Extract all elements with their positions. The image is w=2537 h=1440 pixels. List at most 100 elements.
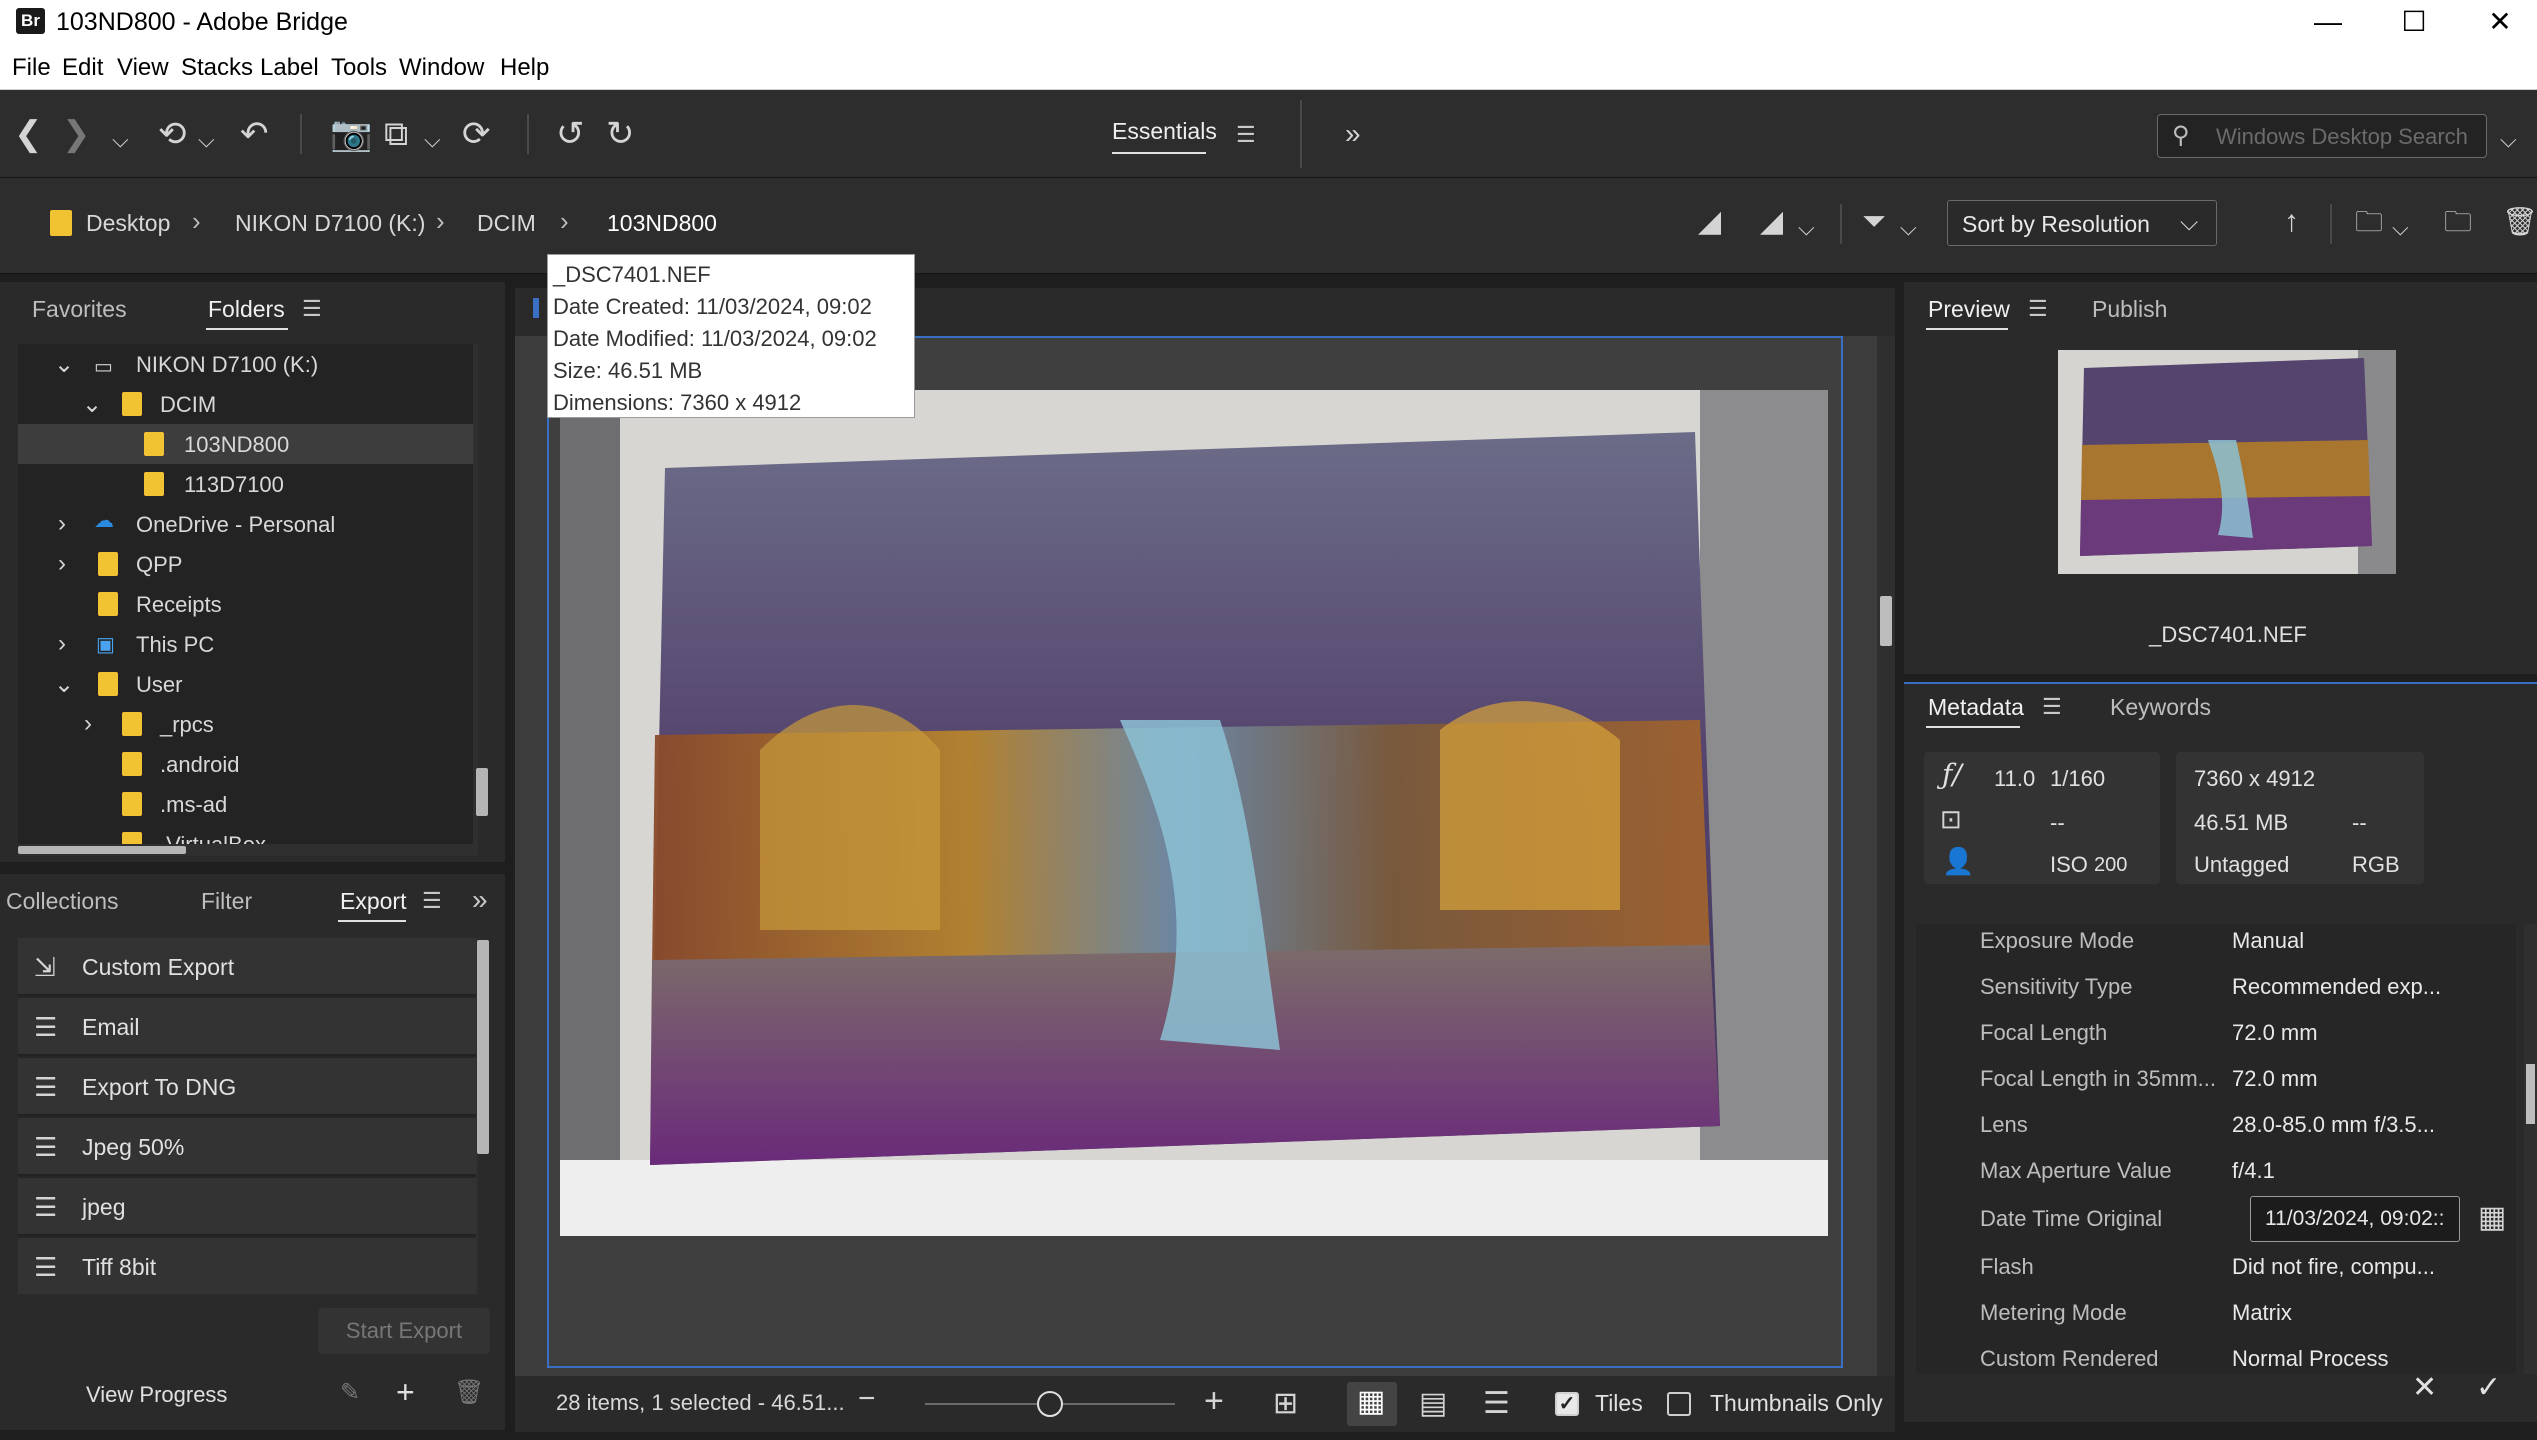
refine-icon[interactable]: ⟳ <box>462 114 491 154</box>
rating-filter-icon[interactable]: ◢ <box>1760 202 1783 242</box>
chevron-down-icon[interactable]: ⌵ <box>1798 208 1815 248</box>
back-icon[interactable]: ❮ <box>14 114 43 154</box>
chevron-down-icon[interactable]: ⌵ <box>112 120 129 160</box>
copy-files-icon[interactable]: ⧉ <box>384 114 408 154</box>
rotate-left-icon[interactable]: ↺ <box>556 114 585 154</box>
chevron-down-icon[interactable]: ⌵ <box>198 120 215 160</box>
export-preset-dng[interactable]: ☰ Export To DNG <box>18 1058 478 1116</box>
tree-item-ms-ad[interactable]: .ms-ad <box>18 784 478 824</box>
apply-check-icon[interactable]: ✓ <box>2476 1370 2501 1405</box>
metadata-scrollbar-thumb[interactable] <box>2526 1064 2535 1124</box>
chevron-right-icon[interactable]: › <box>84 710 92 738</box>
search-options-chevron-icon[interactable]: ⌵ <box>2500 120 2517 160</box>
breadcrumb-dcim[interactable]: DCIM <box>477 210 536 237</box>
export-preset-jpeg50[interactable]: ☰ Jpeg 50% <box>18 1118 478 1176</box>
rotate-right-icon[interactable]: ↻ <box>606 114 635 154</box>
painting-photo[interactable] <box>560 390 1828 1236</box>
search-input[interactable] <box>2216 121 2478 153</box>
search-box[interactable]: ⚲ <box>2157 114 2487 158</box>
chevron-down-icon[interactable]: ⌵ <box>2392 208 2409 248</box>
maximize-button[interactable]: ☐ <box>2366 0 2462 44</box>
menu-help[interactable]: Help <box>500 54 549 82</box>
tree-item-this-pc[interactable]: › ▣ This PC <box>18 624 478 664</box>
new-folder-icon[interactable]: 🗀 <box>2444 202 2472 242</box>
start-export-button[interactable]: Start Export <box>318 1308 490 1354</box>
panel-menu-icon[interactable]: ☰ <box>2042 694 2062 720</box>
tree-item-qpp[interactable]: › QPP <box>18 544 478 584</box>
recent-files-icon[interactable]: ⟲ <box>158 114 187 154</box>
chevron-right-icon[interactable]: › <box>58 630 66 658</box>
menu-window[interactable]: Window <box>399 54 484 82</box>
zoom-slider-thumb[interactable] <box>1037 1391 1063 1417</box>
tree-item-receipts[interactable]: Receipts <box>18 584 478 624</box>
menu-file[interactable]: File <box>12 54 51 82</box>
thumbnail-view-button[interactable]: ▦ <box>1347 1382 1397 1426</box>
panel-menu-icon[interactable]: ☰ <box>302 296 322 322</box>
tab-export[interactable]: Export <box>340 888 406 915</box>
tree-item-onedrive[interactable]: › ☁ OneDrive - Personal <box>18 504 478 544</box>
breadcrumb-desktop[interactable]: Desktop <box>86 210 170 237</box>
panel-menu-icon[interactable]: ☰ <box>2028 296 2048 322</box>
boomerang-icon[interactable]: ↶ <box>240 114 269 154</box>
content-scrollbar[interactable] <box>1877 336 1895 1376</box>
minimize-button[interactable]: — <box>2280 0 2376 44</box>
sort-ascending-icon[interactable]: ↑ <box>2284 202 2299 242</box>
tree-item-nikon[interactable]: ⌄ ▭ NIKON D7100 (K:) <box>18 344 478 384</box>
menu-view[interactable]: View <box>117 54 169 82</box>
chevron-down-icon[interactable]: ⌵ <box>1900 208 1917 248</box>
tab-filter[interactable]: Filter <box>201 888 252 915</box>
list-view-icon[interactable]: ☰ <box>1483 1386 1510 1421</box>
breadcrumb-nikon[interactable]: NIKON D7100 (K:) <box>235 210 425 237</box>
recent-folders-icon[interactable]: 🗀 <box>2355 202 2383 242</box>
export-preset-jpeg[interactable]: ☰ jpeg <box>18 1178 478 1236</box>
edit-icon[interactable]: ✎ <box>340 1378 360 1407</box>
tab-preview[interactable]: Preview <box>1928 296 2010 323</box>
more-panels-icon[interactable]: » <box>472 884 488 916</box>
breadcrumb-current-folder[interactable]: 103ND800 <box>607 210 717 237</box>
breadcrumb-chevron-icon[interactable]: › <box>192 206 201 237</box>
quality-icon[interactable]: ◢ <box>1698 202 1721 242</box>
zoom-out-icon[interactable]: − <box>858 1382 876 1416</box>
tree-item-android[interactable]: .android <box>18 744 478 784</box>
calendar-icon[interactable]: ▦ <box>2478 1200 2506 1235</box>
chevron-right-icon[interactable]: › <box>58 510 66 538</box>
chevron-down-icon[interactable]: ⌄ <box>54 350 74 379</box>
chevron-down-icon[interactable]: ⌄ <box>82 390 102 419</box>
export-scrollbar-thumb[interactable] <box>477 940 489 1154</box>
menu-label[interactable]: Label <box>260 54 319 82</box>
cancel-icon[interactable]: ✕ <box>2412 1370 2437 1405</box>
grid-lock-icon[interactable]: ⊞ <box>1273 1386 1298 1421</box>
zoom-in-icon[interactable]: + <box>1204 1382 1224 1421</box>
preview-image[interactable] <box>2058 350 2396 574</box>
add-icon[interactable]: + <box>396 1374 415 1411</box>
export-preset-custom[interactable]: ⇲ Custom Export <box>18 938 478 996</box>
metadata-scrollbar[interactable] <box>2524 924 2537 1374</box>
chevron-down-icon[interactable]: ⌵ <box>424 120 441 160</box>
tree-item-103nd800[interactable]: 103ND800 <box>18 424 478 464</box>
delete-icon[interactable]: 🗑 <box>454 1378 484 1407</box>
breadcrumb-chevron-icon[interactable]: › <box>560 206 569 237</box>
menu-stacks[interactable]: Stacks <box>181 54 253 82</box>
chevron-right-icon[interactable]: › <box>58 550 66 578</box>
tree-hscrollbar-thumb[interactable] <box>18 846 186 854</box>
thumbnails-only-checkbox[interactable] <box>1667 1392 1691 1416</box>
menu-edit[interactable]: Edit <box>62 54 103 82</box>
tab-collections[interactable]: Collections <box>6 888 119 915</box>
camera-import-icon[interactable]: 📷 <box>330 114 372 154</box>
view-progress-link[interactable]: View Progress <box>86 1382 227 1408</box>
panel-menu-icon[interactable]: ☰ <box>422 888 442 914</box>
export-preset-tiff[interactable]: ☰ Tiff 8bit <box>18 1238 478 1294</box>
tab-metadata[interactable]: Metadata <box>1928 694 2024 721</box>
tree-scrollbar-thumb[interactable] <box>476 768 488 816</box>
tab-favorites[interactable]: Favorites <box>32 296 127 323</box>
details-view-icon[interactable]: ▤ <box>1419 1386 1447 1421</box>
delete-icon[interactable]: 🗑 <box>2502 202 2537 242</box>
close-button[interactable]: ✕ <box>2452 0 2537 44</box>
date-time-original-input[interactable] <box>2250 1196 2460 1242</box>
tree-item-user[interactable]: ⌄ User <box>18 664 478 704</box>
breadcrumb-chevron-icon[interactable]: › <box>436 206 445 237</box>
workspace-menu-icon[interactable]: ☰ <box>1236 122 1256 148</box>
tab-publish[interactable]: Publish <box>2092 296 2167 323</box>
menu-tools[interactable]: Tools <box>331 54 387 82</box>
content-tab-marker[interactable] <box>533 298 539 318</box>
